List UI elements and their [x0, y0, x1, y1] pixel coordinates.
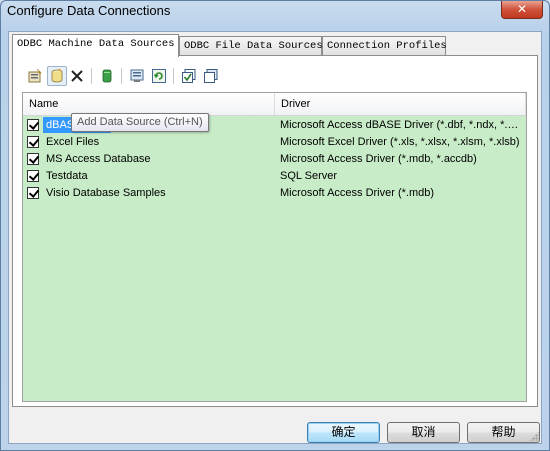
toolbar-separator	[173, 68, 174, 84]
database-button[interactable]	[97, 66, 117, 86]
add-data-source-icon	[51, 68, 63, 83]
row-checkbox[interactable]	[27, 170, 39, 182]
help-button[interactable]: 帮助	[467, 422, 540, 443]
check-all-icon	[182, 69, 196, 83]
toolbar	[25, 66, 265, 88]
configure-icon	[130, 69, 144, 82]
row-driver: Microsoft Excel Driver (*.xls, *.xlsx, *…	[280, 136, 520, 148]
column-header-driver[interactable]: Driver	[275, 93, 526, 115]
copy-icon	[204, 69, 218, 83]
toolbar-separator	[121, 68, 122, 84]
row-driver: Microsoft Access dBASE Driver (*.dbf, *.…	[280, 119, 524, 131]
window-title: Configure Data Connections	[7, 3, 171, 18]
tab-panel: Name Driver Add Data Source (Ctrl+N) dBA…	[12, 55, 538, 407]
list-item[interactable]: Visio Database Samples Microsoft Access …	[23, 185, 526, 202]
refresh-icon	[152, 69, 166, 83]
tab-connection-profiles[interactable]: Connection Profiles	[322, 36, 447, 55]
data-source-list[interactable]: Name Driver Add Data Source (Ctrl+N) dBA…	[22, 92, 527, 402]
tab-odbc-file-data-sources[interactable]: ODBC File Data Sources	[179, 36, 323, 55]
configure-button[interactable]	[127, 66, 147, 86]
title-bar[interactable]: Configure Data Connections ✕	[1, 1, 549, 25]
row-name[interactable]: Excel Files	[43, 134, 102, 150]
row-driver: Microsoft Access Driver (*.mdb, *.accdb)	[280, 153, 477, 165]
check-all-button[interactable]	[179, 66, 199, 86]
properties-button[interactable]	[25, 66, 45, 86]
list-item[interactable]: Testdata SQL Server	[23, 168, 526, 185]
row-name[interactable]: Visio Database Samples	[43, 185, 169, 201]
delete-button[interactable]	[67, 66, 87, 86]
cancel-button[interactable]: 取消	[387, 422, 460, 443]
refresh-button[interactable]	[149, 66, 169, 86]
copy-button[interactable]	[201, 66, 221, 86]
toolbar-separator	[91, 68, 92, 84]
row-checkbox[interactable]	[27, 136, 39, 148]
close-button[interactable]: ✕	[501, 1, 543, 19]
row-checkbox[interactable]	[27, 119, 39, 131]
row-driver: SQL Server	[280, 170, 338, 182]
add-data-source-button[interactable]	[47, 66, 67, 86]
ok-button[interactable]: 确定	[307, 422, 380, 443]
dialog-client-area: ODBC Machine Data Sources ODBC File Data…	[8, 31, 542, 444]
tooltip: Add Data Source (Ctrl+N)	[71, 113, 209, 132]
row-checkbox[interactable]	[27, 153, 39, 165]
column-header-name[interactable]: Name	[23, 93, 275, 115]
row-name[interactable]: Testdata	[43, 168, 91, 184]
dialog-window: Configure Data Connections ✕ ODBC Machin…	[0, 0, 550, 451]
database-icon	[102, 69, 112, 83]
row-name[interactable]: MS Access Database	[43, 151, 154, 167]
list-item[interactable]: MS Access Database Microsoft Access Driv…	[23, 151, 526, 168]
list-item[interactable]: Excel Files Microsoft Excel Driver (*.xl…	[23, 134, 526, 151]
properties-icon	[28, 68, 42, 83]
tab-odbc-machine-data-sources[interactable]: ODBC Machine Data Sources	[12, 34, 179, 57]
row-driver: Microsoft Access Driver (*.mdb)	[280, 187, 435, 199]
row-checkbox[interactable]	[27, 187, 39, 199]
delete-icon	[71, 70, 83, 82]
